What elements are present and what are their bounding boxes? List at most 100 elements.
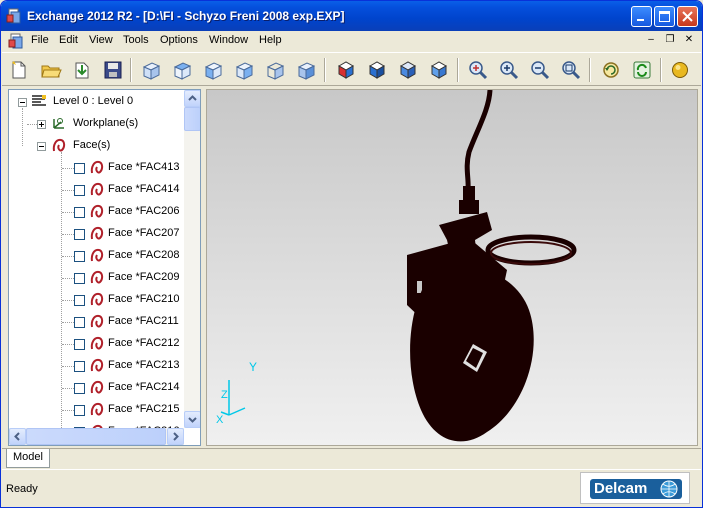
workplane-icon — [53, 118, 64, 129]
app-icon[interactable] — [6, 8, 22, 24]
view-top-icon[interactable] — [171, 59, 193, 81]
zoom-fit-icon[interactable] — [467, 59, 489, 81]
scroll-left-button[interactable] — [9, 428, 26, 445]
view-bottom-icon[interactable] — [295, 59, 317, 81]
face-visibility-checkbox[interactable] — [74, 251, 85, 262]
main-toolbar — [2, 52, 701, 86]
face-icon — [90, 358, 104, 372]
arrow-down-icon — [188, 417, 197, 423]
face-icon — [90, 314, 104, 328]
tree-guide — [62, 300, 74, 301]
face-visibility-checkbox[interactable] — [74, 361, 85, 372]
zoom-out-icon[interactable] — [529, 59, 551, 81]
mdi-close-button[interactable]: ✕ — [682, 34, 696, 47]
tree-item-faces-label: Face(s) — [73, 139, 111, 151]
tree-expand-workplanes[interactable] — [37, 120, 46, 129]
menu-tools[interactable]: Tools — [123, 34, 149, 46]
face-visibility-checkbox[interactable] — [74, 339, 85, 350]
tree-guide — [61, 152, 62, 432]
tab-model[interactable]: Model — [6, 449, 50, 468]
scroll-up-button[interactable] — [184, 90, 200, 107]
tree-guide — [22, 108, 23, 146]
refresh-icon[interactable] — [631, 59, 653, 81]
tree-guide — [62, 388, 74, 389]
material-sphere-icon[interactable] — [669, 59, 691, 81]
minimize-icon — [637, 19, 644, 21]
menu-file[interactable]: File — [31, 34, 49, 46]
tree-item-face-label: Face *FAC207 — [108, 227, 180, 239]
close-button[interactable] — [677, 6, 698, 27]
face-icon — [90, 270, 104, 284]
import-icon[interactable] — [71, 59, 93, 81]
face-icon — [90, 380, 104, 394]
tree-collapse-faces[interactable] — [37, 142, 46, 151]
axis-x-label: X — [216, 414, 224, 426]
arrow-up-icon — [188, 95, 197, 101]
menu-options[interactable]: Options — [160, 34, 198, 46]
arrow-left-icon — [14, 432, 20, 441]
menu-edit[interactable]: Edit — [59, 34, 78, 46]
status-text: Ready — [6, 483, 38, 495]
face-visibility-checkbox[interactable] — [74, 229, 85, 240]
window-title: Exchange 2012 R2 - [D:\FI - Schyzo Freni… — [27, 9, 345, 23]
face-visibility-checkbox[interactable] — [74, 185, 85, 196]
axis-triad: Y Z X — [216, 360, 257, 426]
tree-item-face-label: Face *FAC211 — [108, 315, 179, 327]
wireframe-view-icon[interactable] — [397, 59, 419, 81]
face-visibility-checkbox[interactable] — [74, 273, 85, 284]
3d-viewport[interactable]: Y Z X — [206, 89, 698, 446]
title-bar[interactable]: Exchange 2012 R2 - [D:\FI - Schyzo Freni… — [1, 1, 702, 31]
view-side-icon[interactable] — [233, 59, 255, 81]
view-iso-icon[interactable] — [140, 59, 162, 81]
face-icon — [90, 204, 104, 218]
scroll-thumb-horizontal[interactable] — [26, 428, 166, 445]
mdi-restore-button[interactable]: ❐ — [663, 34, 677, 47]
zoom-window-icon[interactable] — [560, 59, 582, 81]
face-visibility-checkbox[interactable] — [74, 405, 85, 416]
face-visibility-checkbox[interactable] — [74, 163, 85, 174]
tree-item-root-label: Level 0 : Level 0 — [53, 95, 134, 107]
face-icon — [90, 226, 104, 240]
tree-horizontal-scrollbar[interactable] — [9, 428, 184, 445]
tree-guide — [27, 124, 37, 125]
view-back-icon[interactable] — [264, 59, 286, 81]
tree-item-face-label: Face *FAC206 — [108, 205, 180, 217]
zoom-in-icon[interactable] — [498, 59, 520, 81]
document-icon[interactable] — [8, 33, 24, 49]
previous-view-icon[interactable] — [600, 59, 622, 81]
tree-item-face-label: Face *FAC210 — [108, 293, 180, 305]
menu-window[interactable]: Window — [209, 34, 248, 46]
minimize-button[interactable] — [631, 6, 652, 27]
face-visibility-checkbox[interactable] — [74, 383, 85, 394]
shaded-view-icon[interactable] — [335, 59, 357, 81]
shaded-edges-icon[interactable] — [366, 59, 388, 81]
face-visibility-checkbox[interactable] — [74, 295, 85, 306]
scroll-down-button[interactable] — [184, 411, 200, 428]
view-front-icon[interactable] — [202, 59, 224, 81]
model-render: Y Z X — [216, 90, 577, 442]
axis-x-line — [228, 407, 246, 416]
scroll-right-button[interactable] — [167, 428, 184, 445]
tree-collapse-root[interactable] — [18, 98, 27, 107]
tree-guide — [62, 168, 74, 169]
new-file-icon[interactable] — [8, 59, 30, 81]
globe-icon — [660, 480, 678, 498]
maximize-button[interactable] — [654, 6, 675, 27]
open-folder-icon[interactable] — [40, 59, 62, 81]
menu-help[interactable]: Help — [259, 34, 282, 46]
mdi-minimize-button[interactable]: – — [644, 34, 658, 47]
model-tree[interactable]: Level 0 : Level 0 Workplane(s) Face(s) F… — [8, 89, 201, 446]
model-connector-body — [459, 200, 479, 214]
hidden-line-icon[interactable] — [428, 59, 450, 81]
tree-guide — [62, 190, 74, 191]
model-cable — [464, 90, 493, 191]
tree-guide — [62, 410, 74, 411]
tree-vertical-scrollbar[interactable] — [184, 90, 200, 428]
toolbar-separator — [457, 58, 459, 82]
toolbar-separator — [130, 58, 132, 82]
scroll-thumb-vertical[interactable] — [184, 107, 200, 131]
menu-view[interactable]: View — [89, 34, 113, 46]
save-icon[interactable] — [102, 59, 124, 81]
face-visibility-checkbox[interactable] — [74, 207, 85, 218]
face-visibility-checkbox[interactable] — [74, 317, 85, 328]
